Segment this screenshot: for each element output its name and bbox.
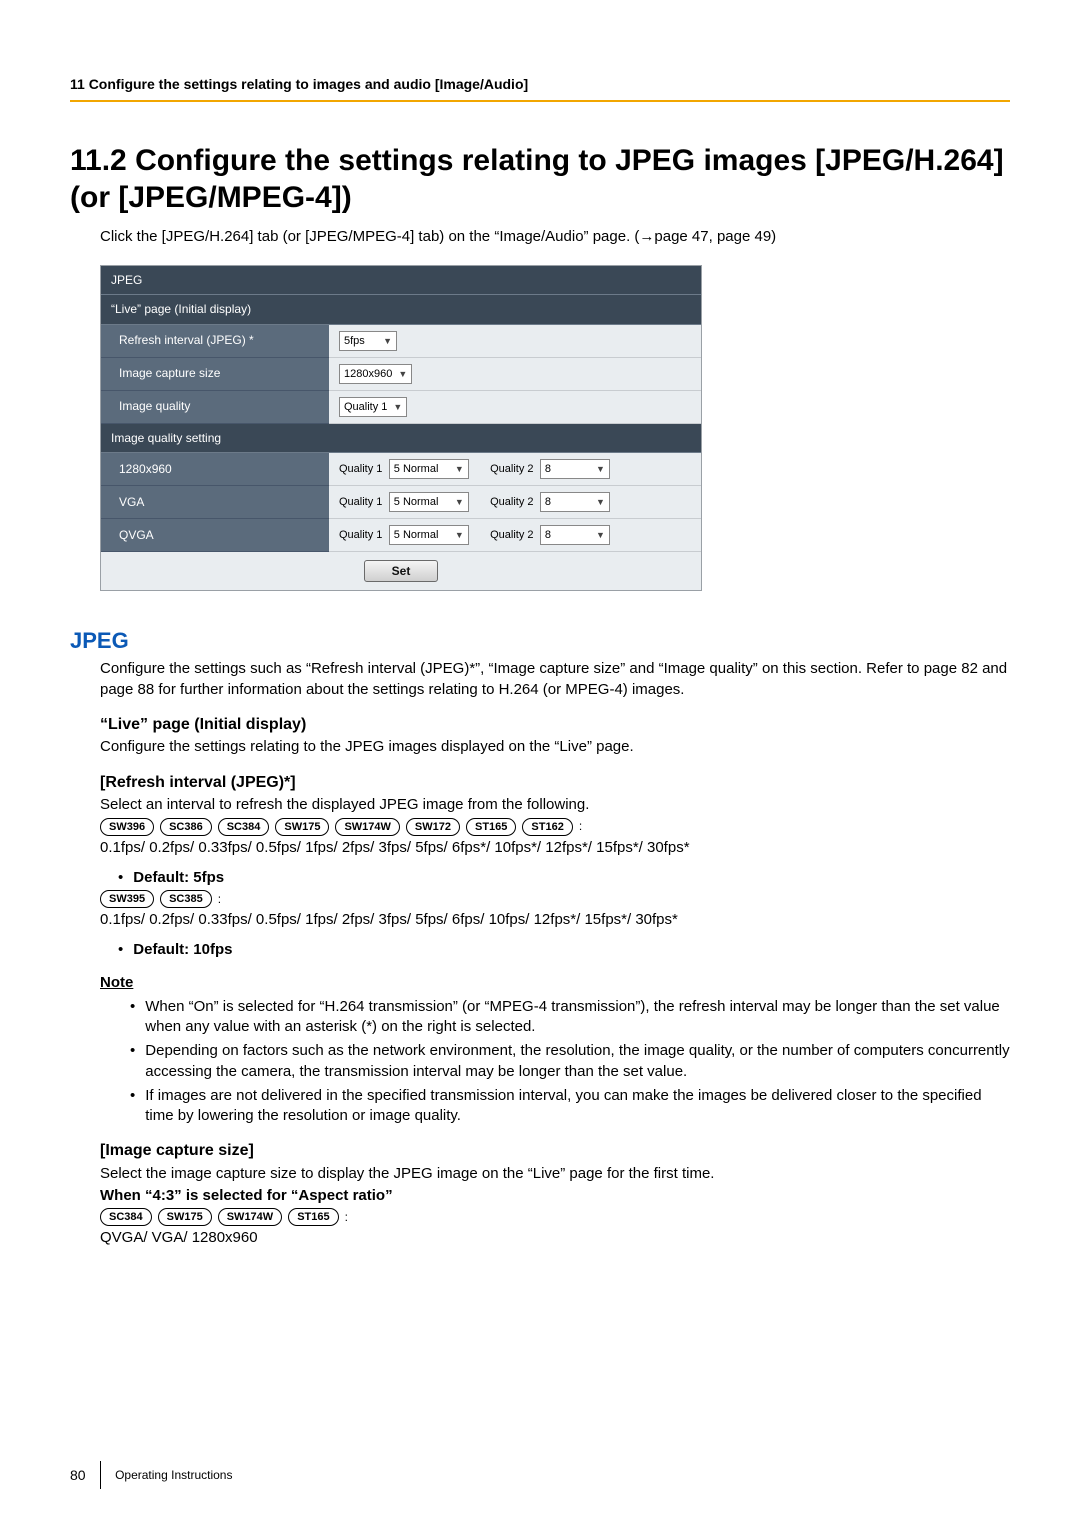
iq-row-label: QVGA [101, 518, 329, 551]
model-tag: SC385 [160, 890, 212, 908]
panel-jpeg-header: JPEG [101, 266, 701, 295]
note-item: Depending on factors such as the network… [130, 1041, 1010, 1082]
image-quality-select[interactable]: Quality 1▼ [339, 397, 407, 417]
iq-row-label: VGA [101, 485, 329, 518]
refresh-values-2: 0.1fps/ 0.2fps/ 0.33fps/ 0.5fps/ 1fps/ 2… [100, 910, 1010, 930]
jpeg-paragraph: Configure the settings such as “Refresh … [100, 659, 1010, 700]
page-number: 80 [70, 1466, 86, 1485]
chevron-down-icon: ▼ [590, 493, 605, 511]
iq-row-label: 1280x960 [101, 452, 329, 485]
chevron-down-icon: ▼ [377, 332, 392, 350]
default-value: Default: 10fps [133, 941, 232, 958]
note-item: If images are not delivered in the speci… [130, 1086, 1010, 1127]
chevron-down-icon: ▼ [449, 493, 464, 511]
q1-select[interactable]: 5 Normal▼ [389, 459, 469, 479]
capture-size-label: Image capture size [101, 357, 329, 390]
capsize-subheading: [Image capture size] [100, 1140, 1010, 1162]
capture-size-select[interactable]: 1280x960▼ [339, 364, 412, 384]
live-subheading: “Live” page (Initial display) [100, 714, 1010, 736]
model-tag: ST165 [466, 818, 516, 836]
page-footer: 80 Operating Instructions [70, 1461, 232, 1489]
refresh-subheading: [Refresh interval (JPEG)*] [100, 772, 1010, 794]
model-tag: SW395 [100, 890, 154, 908]
model-tag: SC384 [100, 1208, 152, 1226]
q1-select[interactable]: 5 Normal▼ [389, 492, 469, 512]
model-tag: ST165 [288, 1208, 338, 1226]
footer-label: Operating Instructions [115, 1467, 232, 1483]
model-tag: SW396 [100, 818, 154, 836]
model-tag: SC386 [160, 818, 212, 836]
refresh-paragraph: Select an interval to refresh the displa… [100, 795, 1010, 815]
default-value: Default: 5fps [133, 869, 224, 886]
chevron-down-icon: ▼ [449, 460, 464, 478]
aspect-values: QVGA/ VGA/ 1280x960 [100, 1228, 1010, 1248]
capsize-paragraph: Select the image capture size to display… [100, 1164, 1010, 1184]
q2-select[interactable]: 8▼ [540, 525, 610, 545]
model-tag: SW174W [218, 1208, 282, 1226]
refresh-values-1: 0.1fps/ 0.2fps/ 0.33fps/ 0.5fps/ 1fps/ 2… [100, 838, 1010, 858]
footer-divider [100, 1461, 102, 1489]
settings-panel: JPEG “Live” page (Initial display) Refre… [100, 265, 702, 591]
model-tag: SW175 [275, 818, 329, 836]
refresh-interval-label: Refresh interval (JPEG) * [101, 324, 329, 357]
chevron-down-icon: ▼ [590, 526, 605, 544]
panel-live-header: “Live” page (Initial display) [101, 295, 701, 324]
chevron-down-icon: ▼ [590, 460, 605, 478]
note-item: When “On” is selected for “H.264 transmi… [130, 997, 1010, 1038]
model-tag: SW175 [158, 1208, 212, 1226]
live-paragraph: Configure the settings relating to the J… [100, 737, 1010, 757]
model-tag: SW174W [335, 818, 399, 836]
q2-select[interactable]: 8▼ [540, 459, 610, 479]
intro-paragraph: Click the [JPEG/H.264] tab (or [JPEG/MPE… [100, 227, 1010, 247]
aspect-tag-line: SC384 SW175 SW174W ST165 : [100, 1208, 1010, 1226]
image-quality-label: Image quality [101, 390, 329, 423]
set-button[interactable]: Set [364, 560, 438, 582]
jpeg-heading: JPEG [70, 626, 1010, 656]
chevron-down-icon: ▼ [387, 398, 402, 416]
note-heading: Note [100, 973, 1010, 993]
iq-setting-header: Image quality setting [101, 423, 701, 452]
model-tag-line-1: SW396 SC386 SC384 SW175 SW174W SW172 ST1… [100, 818, 1010, 836]
chevron-down-icon: ▼ [449, 526, 464, 544]
section-title: 11.2 Configure the settings relating to … [70, 142, 1010, 217]
model-tag: ST162 [522, 818, 572, 836]
refresh-interval-select[interactable]: 5fps▼ [339, 331, 397, 351]
model-tag: SW172 [406, 818, 460, 836]
aspect-ratio-heading: When “4:3” is selected for “Aspect ratio… [100, 1187, 393, 1204]
q1-select[interactable]: 5 Normal▼ [389, 525, 469, 545]
model-tag-line-2: SW395 SC385 : [100, 890, 1010, 908]
running-header: 11 Configure the settings relating to im… [70, 75, 1010, 102]
model-tag: SC384 [218, 818, 270, 836]
chevron-down-icon: ▼ [392, 365, 407, 383]
q2-select[interactable]: 8▼ [540, 492, 610, 512]
